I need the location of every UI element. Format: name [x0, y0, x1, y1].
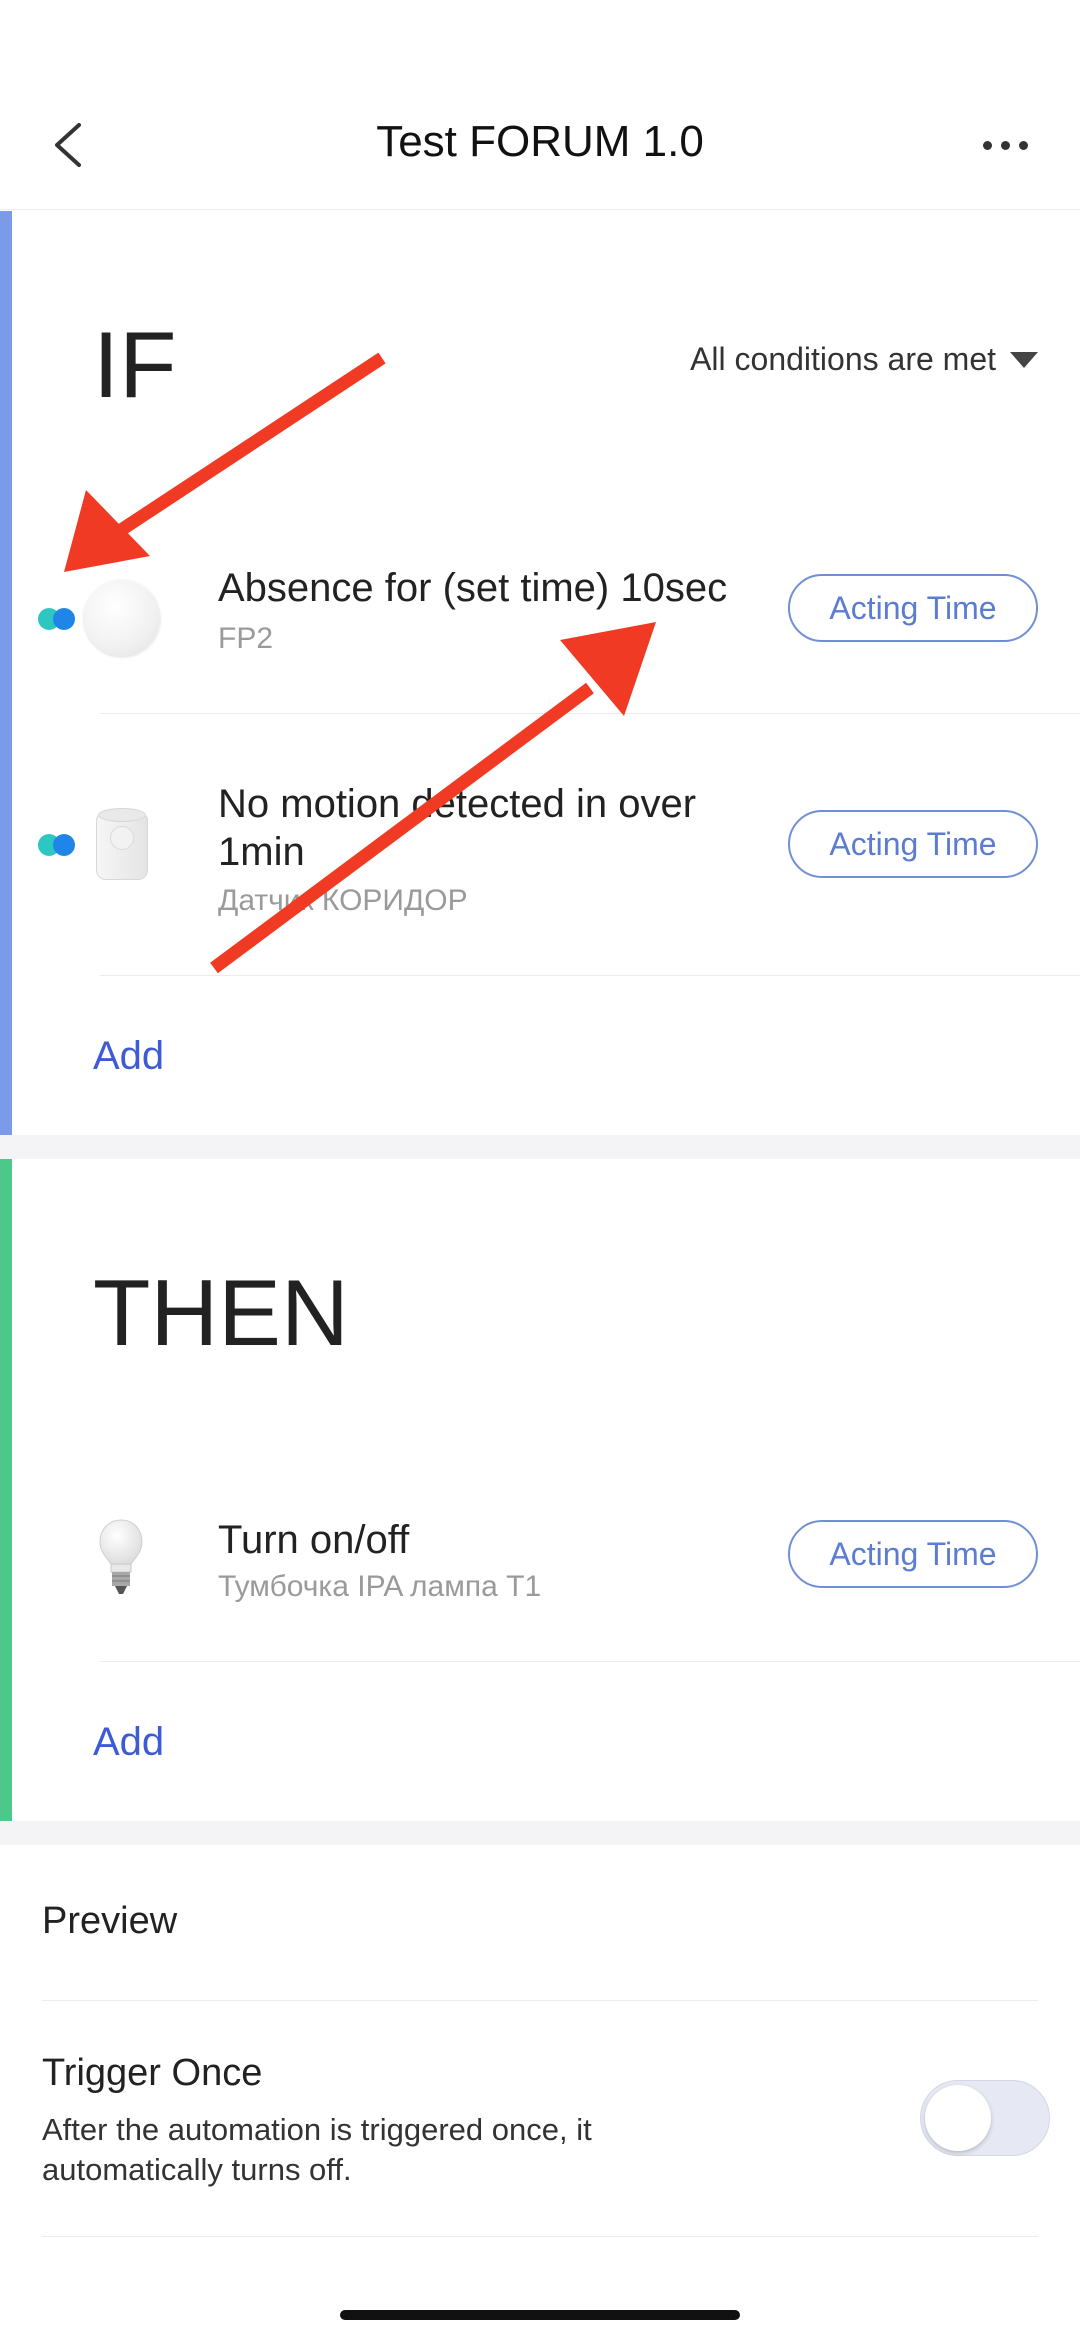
condition-title: Absence for (set time) 10sec — [218, 566, 728, 610]
more-horizontal-icon — [982, 140, 992, 150]
row-divider — [42, 2236, 1038, 2237]
add-condition-link[interactable]: Add — [93, 1034, 164, 1079]
acting-time-button[interactable]: Acting Time — [788, 1520, 1038, 1588]
toggle-knob — [925, 2085, 991, 2151]
then-heading: THEN — [93, 1260, 349, 1365]
row-divider — [42, 2000, 1038, 2001]
condition-device: Датчик КОРИДОР — [218, 884, 468, 917]
section-gap — [0, 1821, 1080, 1845]
condition-row-motion[interactable]: No motion detected in over 1min Датчик К… — [0, 714, 1080, 976]
action-title: Turn on/off — [218, 1518, 410, 1562]
page-title: Test FORUM 1.0 — [376, 117, 704, 166]
status-dots-icon — [38, 608, 80, 630]
more-options-button[interactable] — [970, 120, 1040, 170]
row-divider — [100, 1661, 1080, 1662]
home-indicator[interactable] — [340, 2310, 740, 2320]
trigger-once-description: After the automation is triggered once, … — [42, 2112, 592, 2187]
fp2-presence-sensor-icon — [84, 580, 160, 656]
status-dots-icon — [38, 834, 80, 856]
trigger-once-toggle[interactable] — [920, 2080, 1050, 2156]
action-device: Тумбочка IPA лампа T1 — [218, 1570, 542, 1603]
condition-row-fp2[interactable]: Absence for (set time) 10sec FP2 Acting … — [0, 470, 1080, 714]
if-heading: IF — [93, 312, 177, 417]
section-gap — [0, 1135, 1080, 1159]
preview-item[interactable]: Preview — [42, 1900, 177, 1943]
top-bar: Test FORUM 1.0 — [0, 0, 1080, 210]
motion-sensor-icon — [96, 808, 148, 882]
trigger-once-title: Trigger Once — [42, 2052, 263, 2094]
acting-time-button[interactable]: Acting Time — [788, 810, 1038, 878]
condition-mode-label: All conditions are met — [690, 341, 996, 377]
action-row-lamp[interactable]: Turn on/off Тумбочка IPA лампа T1 Acting… — [0, 1420, 1080, 1662]
row-divider — [100, 975, 1080, 976]
add-action-link[interactable]: Add — [93, 1720, 164, 1765]
acting-time-button[interactable]: Acting Time — [788, 574, 1038, 642]
condition-mode-dropdown[interactable]: All conditions are met — [690, 341, 1038, 378]
condition-device: FP2 — [218, 622, 274, 655]
condition-title: No motion detected in over 1min — [218, 782, 697, 874]
more-horizontal-icon — [1000, 140, 1010, 150]
dropdown-triangle-icon — [1010, 351, 1038, 368]
more-horizontal-icon — [1018, 140, 1028, 150]
light-bulb-icon — [99, 1519, 143, 1594]
